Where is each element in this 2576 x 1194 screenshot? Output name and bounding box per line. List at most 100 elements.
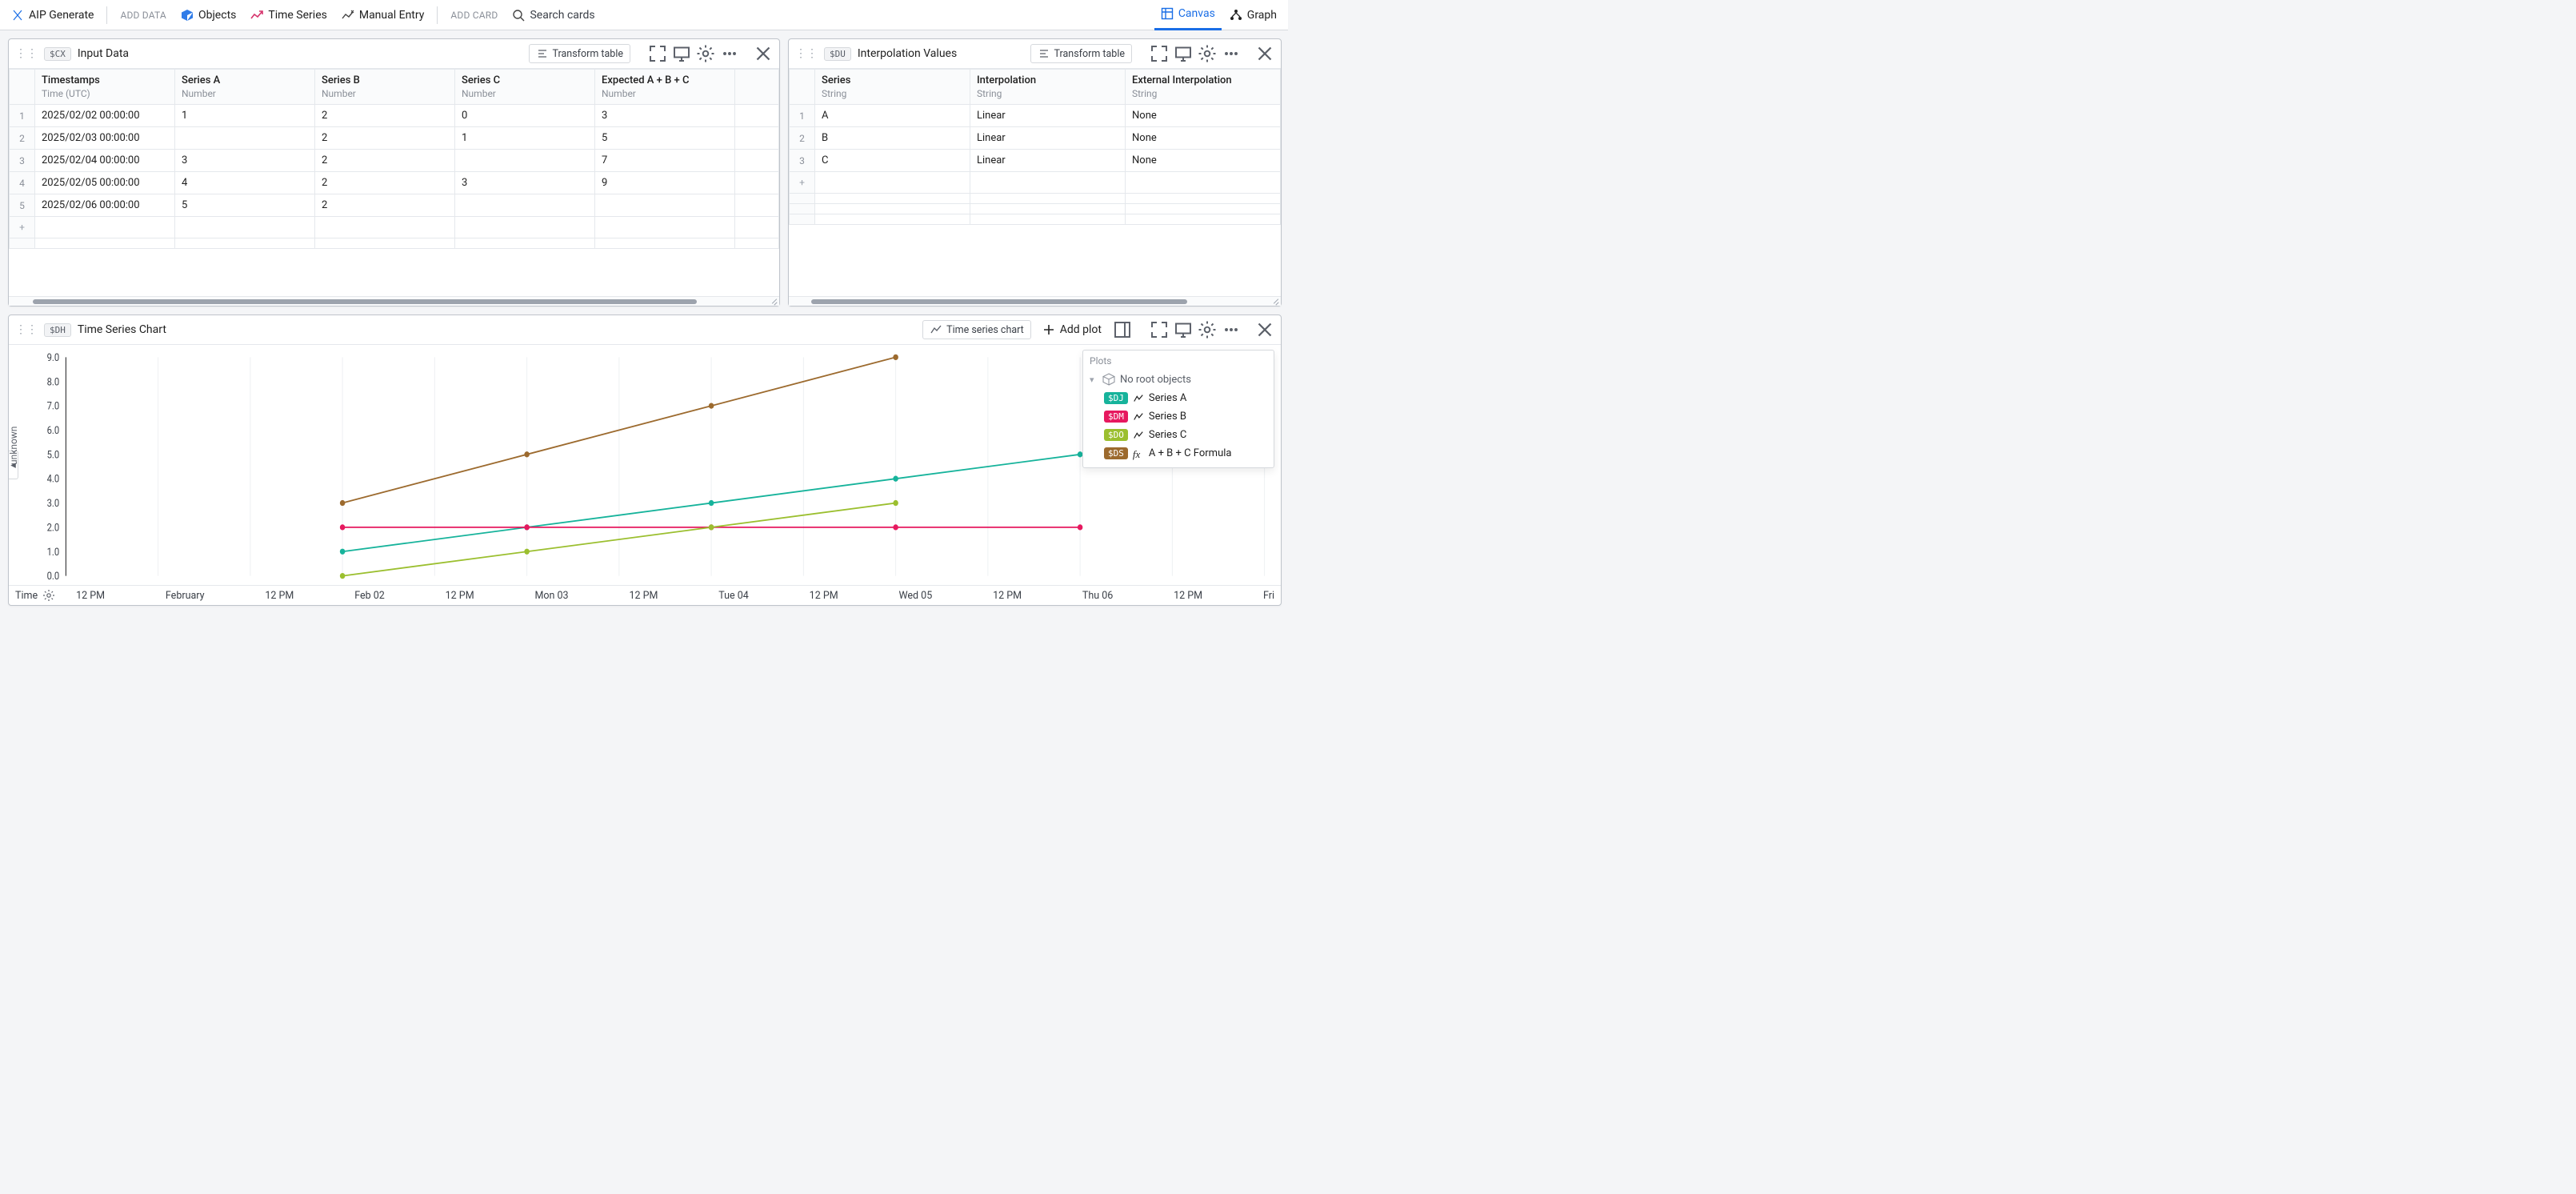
objects-button[interactable]: Objects bbox=[174, 6, 242, 25]
transform-table-button[interactable]: Transform table bbox=[1030, 44, 1133, 63]
table-row[interactable]: 3CLinearNone bbox=[790, 150, 1281, 172]
svg-text:8.0: 8.0 bbox=[47, 376, 60, 388]
transform-label: Transform table bbox=[1054, 48, 1126, 60]
present-icon[interactable] bbox=[1174, 320, 1193, 339]
column-header[interactable]: InterpolationString bbox=[970, 70, 1126, 105]
transform-table-button[interactable]: Transform table bbox=[529, 44, 631, 63]
present-icon[interactable] bbox=[672, 44, 691, 63]
search-icon bbox=[512, 9, 525, 22]
gear-icon[interactable] bbox=[42, 589, 55, 602]
column-header[interactable]: External InterpolationString bbox=[1126, 70, 1281, 105]
expand-icon[interactable] bbox=[1150, 320, 1169, 339]
gear-icon[interactable] bbox=[1198, 320, 1217, 339]
trend-up-icon bbox=[250, 9, 263, 22]
plots-legend-panel: Plots ▾ No root objects $DJ Series A $DM… bbox=[1082, 350, 1274, 468]
present-icon[interactable] bbox=[1174, 44, 1193, 63]
add-card-label: ADD CARD bbox=[444, 6, 504, 24]
cube-icon bbox=[181, 9, 194, 22]
search-cards[interactable]: Search cards bbox=[506, 6, 601, 25]
aip-generate-button[interactable]: AIP Generate bbox=[5, 6, 100, 25]
table-row[interactable]: 32025/02/04 00:00:00327 bbox=[10, 150, 779, 172]
drag-handle-icon[interactable]: ⋮⋮ bbox=[15, 47, 38, 60]
legend-group-row[interactable]: ▾ No root objects bbox=[1090, 370, 1267, 389]
drag-handle-icon[interactable]: ⋮⋮ bbox=[795, 47, 818, 60]
column-header[interactable]: Series CNumber bbox=[455, 70, 595, 105]
column-header[interactable] bbox=[735, 70, 779, 105]
legend-chip: $DO bbox=[1104, 429, 1128, 441]
time-series-button[interactable]: Time Series bbox=[244, 6, 333, 25]
table-row[interactable]: 42025/02/05 00:00:004239 bbox=[10, 172, 779, 194]
expand-icon[interactable] bbox=[648, 44, 667, 63]
x-tick-label: 12 PM bbox=[629, 590, 658, 602]
time-series-chart-button[interactable]: Time series chart bbox=[922, 320, 1031, 339]
more-icon[interactable] bbox=[720, 44, 739, 63]
column-header[interactable]: Series BNumber bbox=[315, 70, 455, 105]
x-tick-label: February bbox=[166, 590, 205, 602]
canvas-tab[interactable]: Canvas bbox=[1154, 0, 1222, 30]
column-header[interactable]: Expected A + B + CNumber bbox=[595, 70, 735, 105]
resize-grip-icon[interactable] bbox=[770, 296, 778, 304]
svg-text:7.0: 7.0 bbox=[47, 400, 60, 412]
legend-item[interactable]: $DJ Series A bbox=[1090, 389, 1267, 407]
legend-item[interactable]: $DO Series C bbox=[1090, 426, 1267, 444]
table-row[interactable]: 22025/02/03 00:00:00215 bbox=[10, 127, 779, 150]
column-header[interactable]: TimestampsTime (UTC) bbox=[35, 70, 175, 105]
close-icon[interactable] bbox=[1255, 44, 1274, 63]
plus-icon bbox=[1042, 323, 1055, 336]
input-table[interactable]: TimestampsTime (UTC)Series ANumberSeries… bbox=[9, 69, 779, 296]
chart-body: ◂ unknown 0.01.02.03.04.05.06.07.08.09.0… bbox=[9, 345, 1281, 585]
table-row[interactable]: 12025/02/02 00:00:001203 bbox=[10, 105, 779, 127]
table-row[interactable]: 1ALinearNone bbox=[790, 105, 1281, 127]
more-icon[interactable] bbox=[1222, 44, 1241, 63]
resize-grip-icon[interactable] bbox=[1271, 296, 1279, 304]
time-series-chart-label: Time series chart bbox=[946, 324, 1024, 336]
card-title: Interpolation Values bbox=[858, 47, 957, 60]
gear-icon[interactable] bbox=[1198, 44, 1217, 63]
line-chart-icon bbox=[1133, 430, 1144, 441]
manual-entry-button[interactable]: Manual Entry bbox=[335, 6, 431, 25]
legend-label: Series A bbox=[1149, 392, 1187, 404]
close-icon[interactable] bbox=[1255, 320, 1274, 339]
more-icon[interactable] bbox=[1222, 320, 1241, 339]
x-tick-label: Mon 03 bbox=[534, 590, 568, 602]
transform-label: Transform table bbox=[553, 48, 624, 60]
gear-icon[interactable] bbox=[696, 44, 715, 63]
svg-text:2.0: 2.0 bbox=[47, 522, 60, 534]
var-chip[interactable]: $CX bbox=[44, 47, 71, 61]
expand-icon[interactable] bbox=[1150, 44, 1169, 63]
drag-handle-icon[interactable]: ⋮⋮ bbox=[15, 323, 38, 336]
table-row bbox=[10, 238, 779, 249]
table-row[interactable]: 52025/02/06 00:00:0052 bbox=[10, 194, 779, 217]
panel-right-icon[interactable] bbox=[1113, 320, 1132, 339]
column-header[interactable]: Series ANumber bbox=[175, 70, 315, 105]
table-row-add[interactable]: + bbox=[790, 172, 1281, 194]
chart-footer: Time 12 PMFebruary12 PMFeb 0212 PMMon 03… bbox=[9, 585, 1281, 605]
x-tick-label: 12 PM bbox=[1174, 590, 1202, 602]
cube-outline-icon bbox=[1102, 373, 1115, 386]
x-tick-label: 12 PM bbox=[446, 590, 474, 602]
legend-chip: $DS bbox=[1104, 447, 1128, 459]
add-plot-label: Add plot bbox=[1060, 323, 1102, 336]
add-data-label: ADD DATA bbox=[114, 6, 173, 24]
workspace: ⋮⋮ $CX Input Data Transform table bbox=[0, 30, 1288, 614]
var-chip[interactable]: $DH bbox=[44, 323, 71, 337]
divider bbox=[437, 6, 438, 24]
add-plot-button[interactable]: Add plot bbox=[1036, 321, 1108, 339]
divider bbox=[106, 6, 107, 24]
legend-item[interactable]: $DS fx A + B + C Formula bbox=[1090, 444, 1267, 463]
line-chart-icon bbox=[930, 323, 942, 336]
y-axis-label: unknown bbox=[8, 427, 19, 465]
close-icon[interactable] bbox=[754, 44, 773, 63]
svg-text:0.0: 0.0 bbox=[47, 571, 60, 583]
horizontal-scrollbar[interactable] bbox=[9, 296, 779, 306]
card-title: Input Data bbox=[78, 47, 129, 60]
legend-item[interactable]: $DM Series B bbox=[1090, 407, 1267, 426]
table-row-add[interactable]: + bbox=[10, 217, 779, 238]
horizontal-scrollbar[interactable] bbox=[789, 296, 1281, 306]
graph-tab[interactable]: Graph bbox=[1223, 6, 1283, 25]
var-chip[interactable]: $DU bbox=[824, 47, 851, 61]
interp-table[interactable]: SeriesStringInterpolationStringExternal … bbox=[789, 69, 1281, 296]
card-header: ⋮⋮ $CX Input Data Transform table bbox=[9, 39, 779, 69]
table-row[interactable]: 2BLinearNone bbox=[790, 127, 1281, 150]
column-header[interactable]: SeriesString bbox=[815, 70, 970, 105]
